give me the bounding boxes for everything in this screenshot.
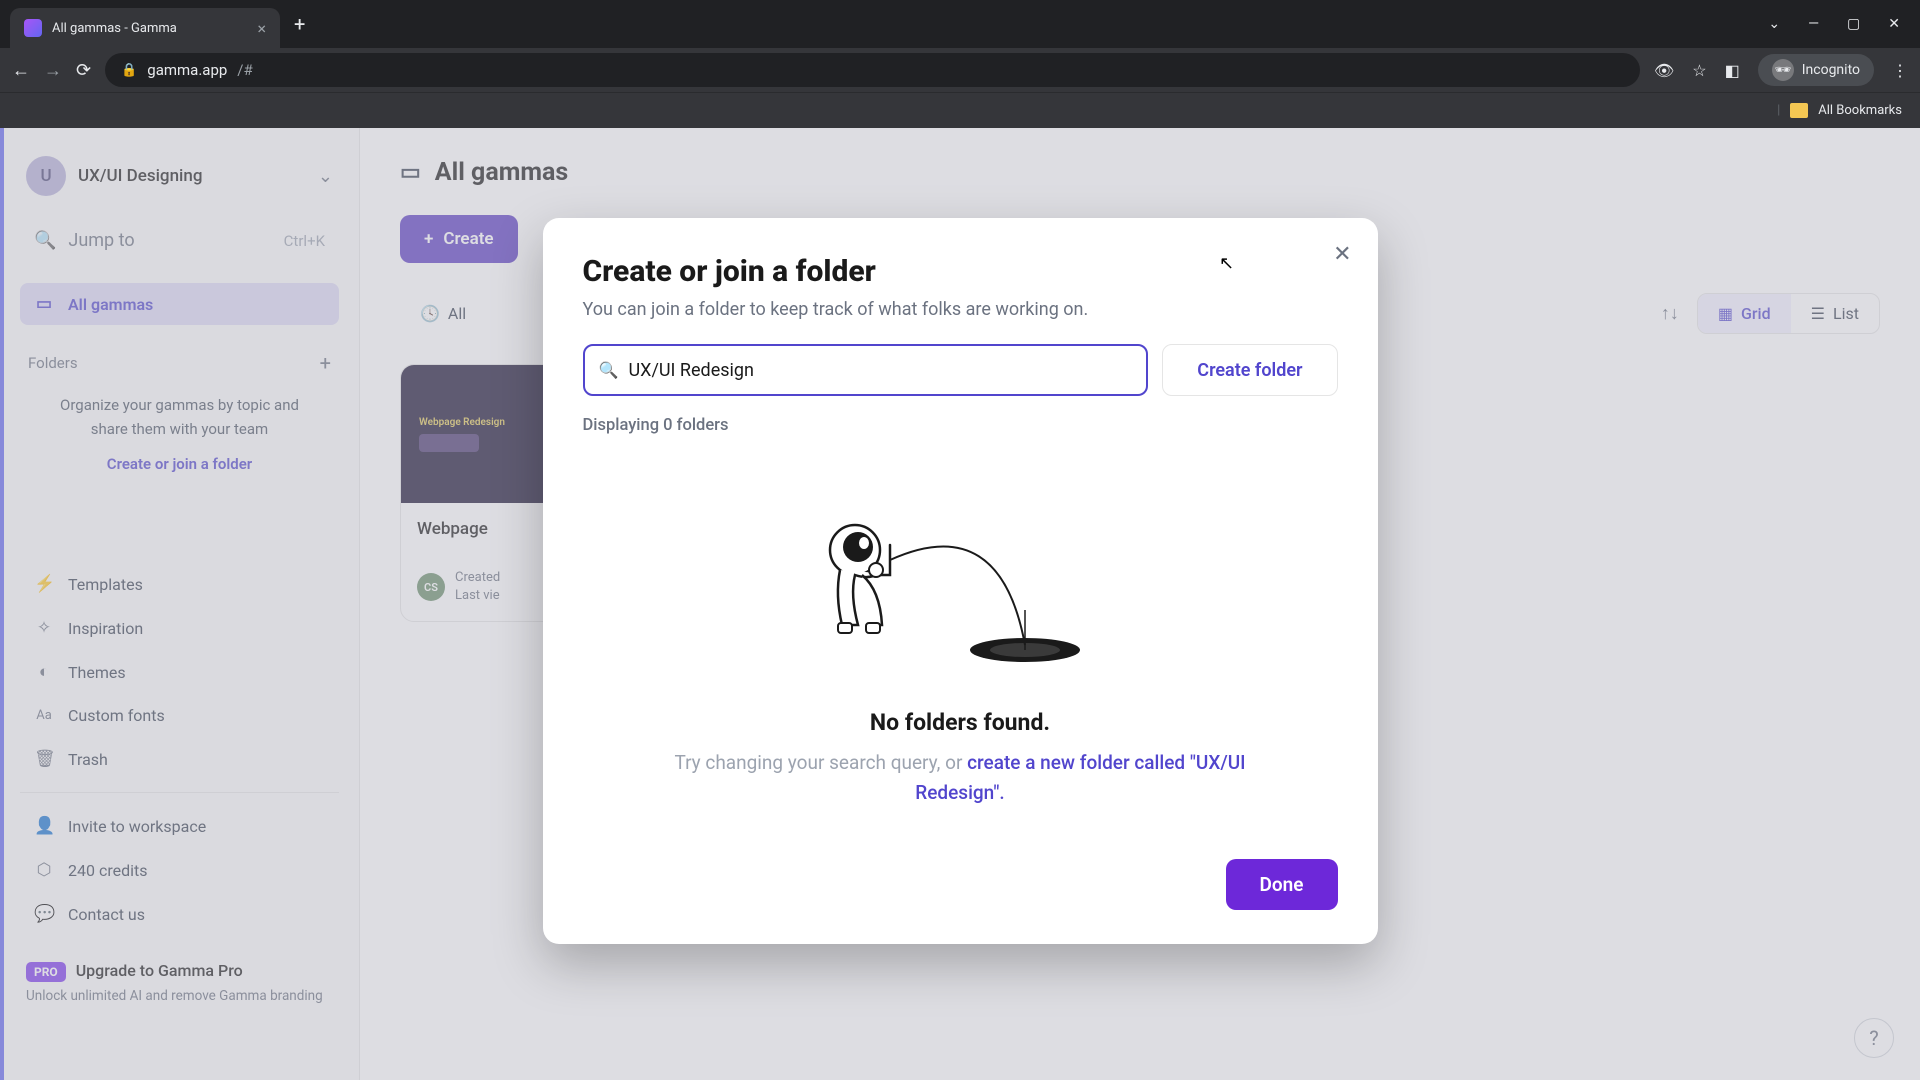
search-icon: 🔍 bbox=[599, 361, 619, 380]
empty-state: No folders found. Try changing your sear… bbox=[583, 495, 1338, 809]
browser-tab[interactable]: All gammas - Gamma × bbox=[10, 8, 280, 48]
modal-overlay[interactable]: ✕ Create or join a folder You can join a… bbox=[0, 128, 1920, 1080]
folder-icon bbox=[1790, 103, 1808, 118]
forward-icon[interactable]: → bbox=[44, 60, 62, 81]
tab-dropdown-icon[interactable]: ⌄ bbox=[1768, 16, 1780, 32]
create-folder-button[interactable]: Create folder bbox=[1162, 344, 1337, 396]
minimize-icon[interactable]: — bbox=[1808, 16, 1819, 32]
incognito-badge[interactable]: 🕶 Incognito bbox=[1758, 54, 1874, 86]
astronaut-illustration bbox=[800, 495, 1120, 675]
dialog-subtitle: You can join a folder to keep track of w… bbox=[583, 299, 1338, 320]
new-tab-button[interactable]: + bbox=[294, 12, 305, 36]
tab-close-icon[interactable]: × bbox=[257, 19, 266, 38]
gamma-favicon bbox=[24, 19, 42, 37]
done-button[interactable]: Done bbox=[1226, 859, 1338, 910]
window-controls: ⌄ — ▢ ✕ bbox=[1768, 16, 1910, 32]
url-domain: gamma.app bbox=[147, 61, 227, 79]
eye-off-icon[interactable]: 👁 bbox=[1654, 61, 1674, 80]
browser-menu-icon[interactable]: ⋮ bbox=[1892, 61, 1908, 80]
url-path: /# bbox=[237, 61, 252, 79]
close-window-icon[interactable]: ✕ bbox=[1888, 16, 1900, 32]
incognito-icon: 🕶 bbox=[1772, 59, 1794, 81]
create-folder-dialog: ✕ Create or join a folder You can join a… bbox=[543, 218, 1378, 944]
folder-search-input[interactable] bbox=[583, 344, 1149, 396]
maximize-icon[interactable]: ▢ bbox=[1847, 16, 1860, 32]
empty-prefix: Try changing your search query, or bbox=[674, 751, 967, 774]
empty-title: No folders found. bbox=[583, 709, 1338, 736]
incognito-label: Incognito bbox=[1802, 62, 1860, 78]
lock-icon: 🔒 bbox=[121, 63, 137, 78]
browser-titlebar: All gammas - Gamma × + ⌄ — ▢ ✕ bbox=[0, 0, 1920, 48]
extension-icon[interactable]: ◧ bbox=[1725, 61, 1740, 80]
url-bar[interactable]: 🔒 gamma.app /# bbox=[105, 53, 1640, 87]
reload-icon[interactable]: ⟳ bbox=[76, 60, 91, 81]
empty-message: Try changing your search query, or creat… bbox=[583, 748, 1338, 809]
bookmarks-bar: | All Bookmarks bbox=[0, 92, 1920, 128]
back-icon[interactable]: ← bbox=[12, 60, 30, 81]
app-content: U UX/UI Designing ⌄ 🔍 Jump to Ctrl+K ▭ A… bbox=[0, 128, 1920, 1080]
browser-toolbar: ← → ⟳ 🔒 gamma.app /# 👁 ☆ ◧ 🕶 Incognito ⋮ bbox=[0, 48, 1920, 92]
bookmark-star-icon[interactable]: ☆ bbox=[1692, 61, 1706, 80]
close-dialog-button[interactable]: ✕ bbox=[1333, 242, 1351, 267]
tab-title: All gammas - Gamma bbox=[52, 21, 177, 36]
all-bookmarks-link[interactable]: All Bookmarks bbox=[1818, 103, 1902, 118]
displaying-count: Displaying 0 folders bbox=[583, 416, 1338, 435]
dialog-title: Create or join a folder bbox=[583, 254, 1338, 289]
